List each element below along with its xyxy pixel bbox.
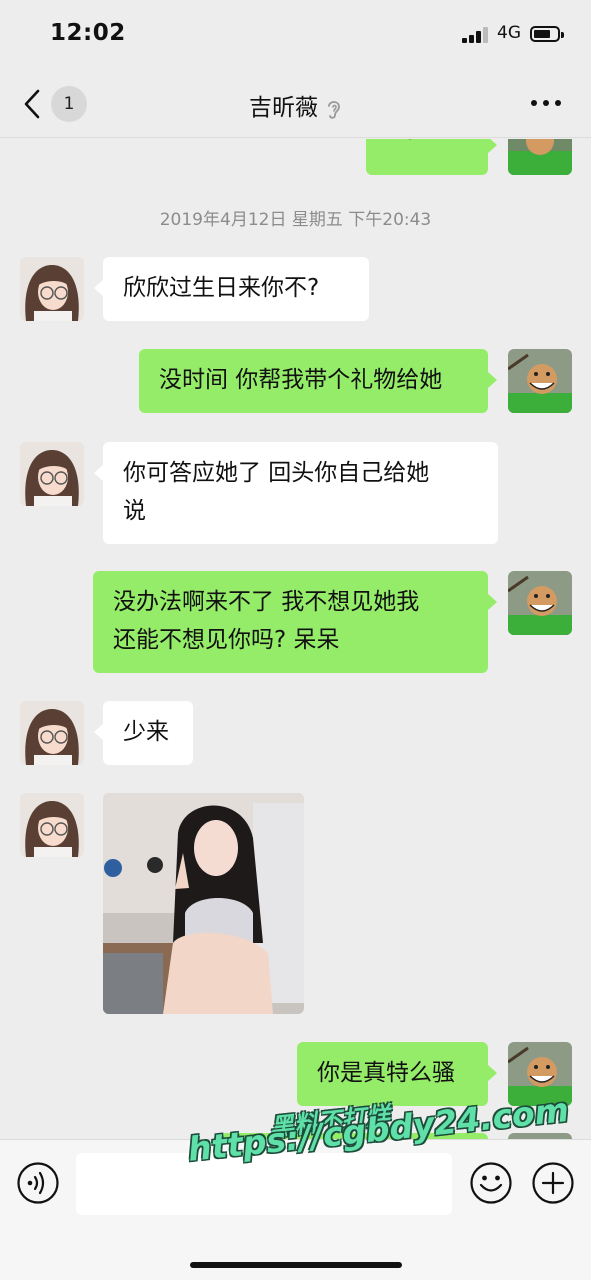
voice-icon[interactable] bbox=[16, 1161, 60, 1205]
message-text: 欣欣过生日来你不? bbox=[123, 275, 320, 301]
message-line: 没办法啊来不了 我不想见她我 bbox=[113, 589, 420, 615]
home-indicator bbox=[190, 1262, 402, 1268]
message-input[interactable] bbox=[76, 1153, 452, 1215]
message-bubble[interactable]: 你可答应她了 回头你自己给她 说 bbox=[94, 442, 498, 544]
message-text: 少来 bbox=[123, 719, 169, 745]
chat-header: 1 吉昕薇 bbox=[0, 70, 591, 138]
contact-avatar[interactable] bbox=[20, 793, 84, 857]
emoji-icon[interactable] bbox=[469, 1161, 513, 1205]
voice-duration: 3" bbox=[404, 139, 428, 152]
network-label: 4G bbox=[497, 23, 521, 43]
status-bar: 12:02 4G bbox=[0, 0, 591, 70]
message-text: 没时间 你帮我带个礼物给她 bbox=[159, 367, 443, 393]
my-avatar[interactable] bbox=[508, 571, 572, 635]
image-message[interactable] bbox=[103, 793, 304, 1014]
battery-icon bbox=[530, 26, 564, 42]
timestamp: 2019年4月12日 星期五 下午20:43 bbox=[159, 210, 432, 230]
status-time: 12:02 bbox=[50, 20, 126, 46]
message-line: 还能不想见你吗? 呆呆 bbox=[113, 627, 340, 653]
contact-avatar[interactable] bbox=[20, 442, 84, 506]
contact-name: 吉昕薇 bbox=[249, 95, 318, 121]
chat-area[interactable]: 3" 2019年4月12日 星期五 下午20:43 欣欣过生日来你不? 没时间 … bbox=[0, 139, 591, 1139]
message-bubble[interactable]: 你是真特么骚 bbox=[297, 1042, 497, 1106]
contact-avatar[interactable] bbox=[20, 701, 84, 765]
voice-message[interactable]: 3" bbox=[366, 139, 497, 175]
input-bar bbox=[0, 1139, 591, 1280]
contact-avatar[interactable] bbox=[20, 257, 84, 321]
message-line: 说 bbox=[123, 498, 146, 524]
message-text: 你是真特么骚 bbox=[317, 1060, 455, 1086]
chat-title: 吉昕薇 bbox=[0, 88, 591, 122]
more-icon[interactable] bbox=[531, 100, 561, 108]
message-line: 你可答应她了 回头你自己给她 bbox=[123, 460, 430, 486]
message-bubble[interactable]: 没时间 你帮我带个礼物给她 bbox=[139, 349, 497, 413]
plus-icon[interactable] bbox=[531, 1161, 575, 1205]
my-avatar[interactable] bbox=[508, 139, 572, 175]
message-bubble[interactable]: 少来 bbox=[94, 701, 193, 765]
my-avatar[interactable] bbox=[508, 349, 572, 413]
message-bubble[interactable]: 没办法啊来不了 我不想见她我 还能不想见你吗? 呆呆 bbox=[93, 571, 497, 673]
ear-icon bbox=[328, 100, 340, 119]
signal-icon bbox=[462, 27, 490, 43]
message-bubble[interactable]: 欣欣过生日来你不? bbox=[94, 257, 369, 321]
